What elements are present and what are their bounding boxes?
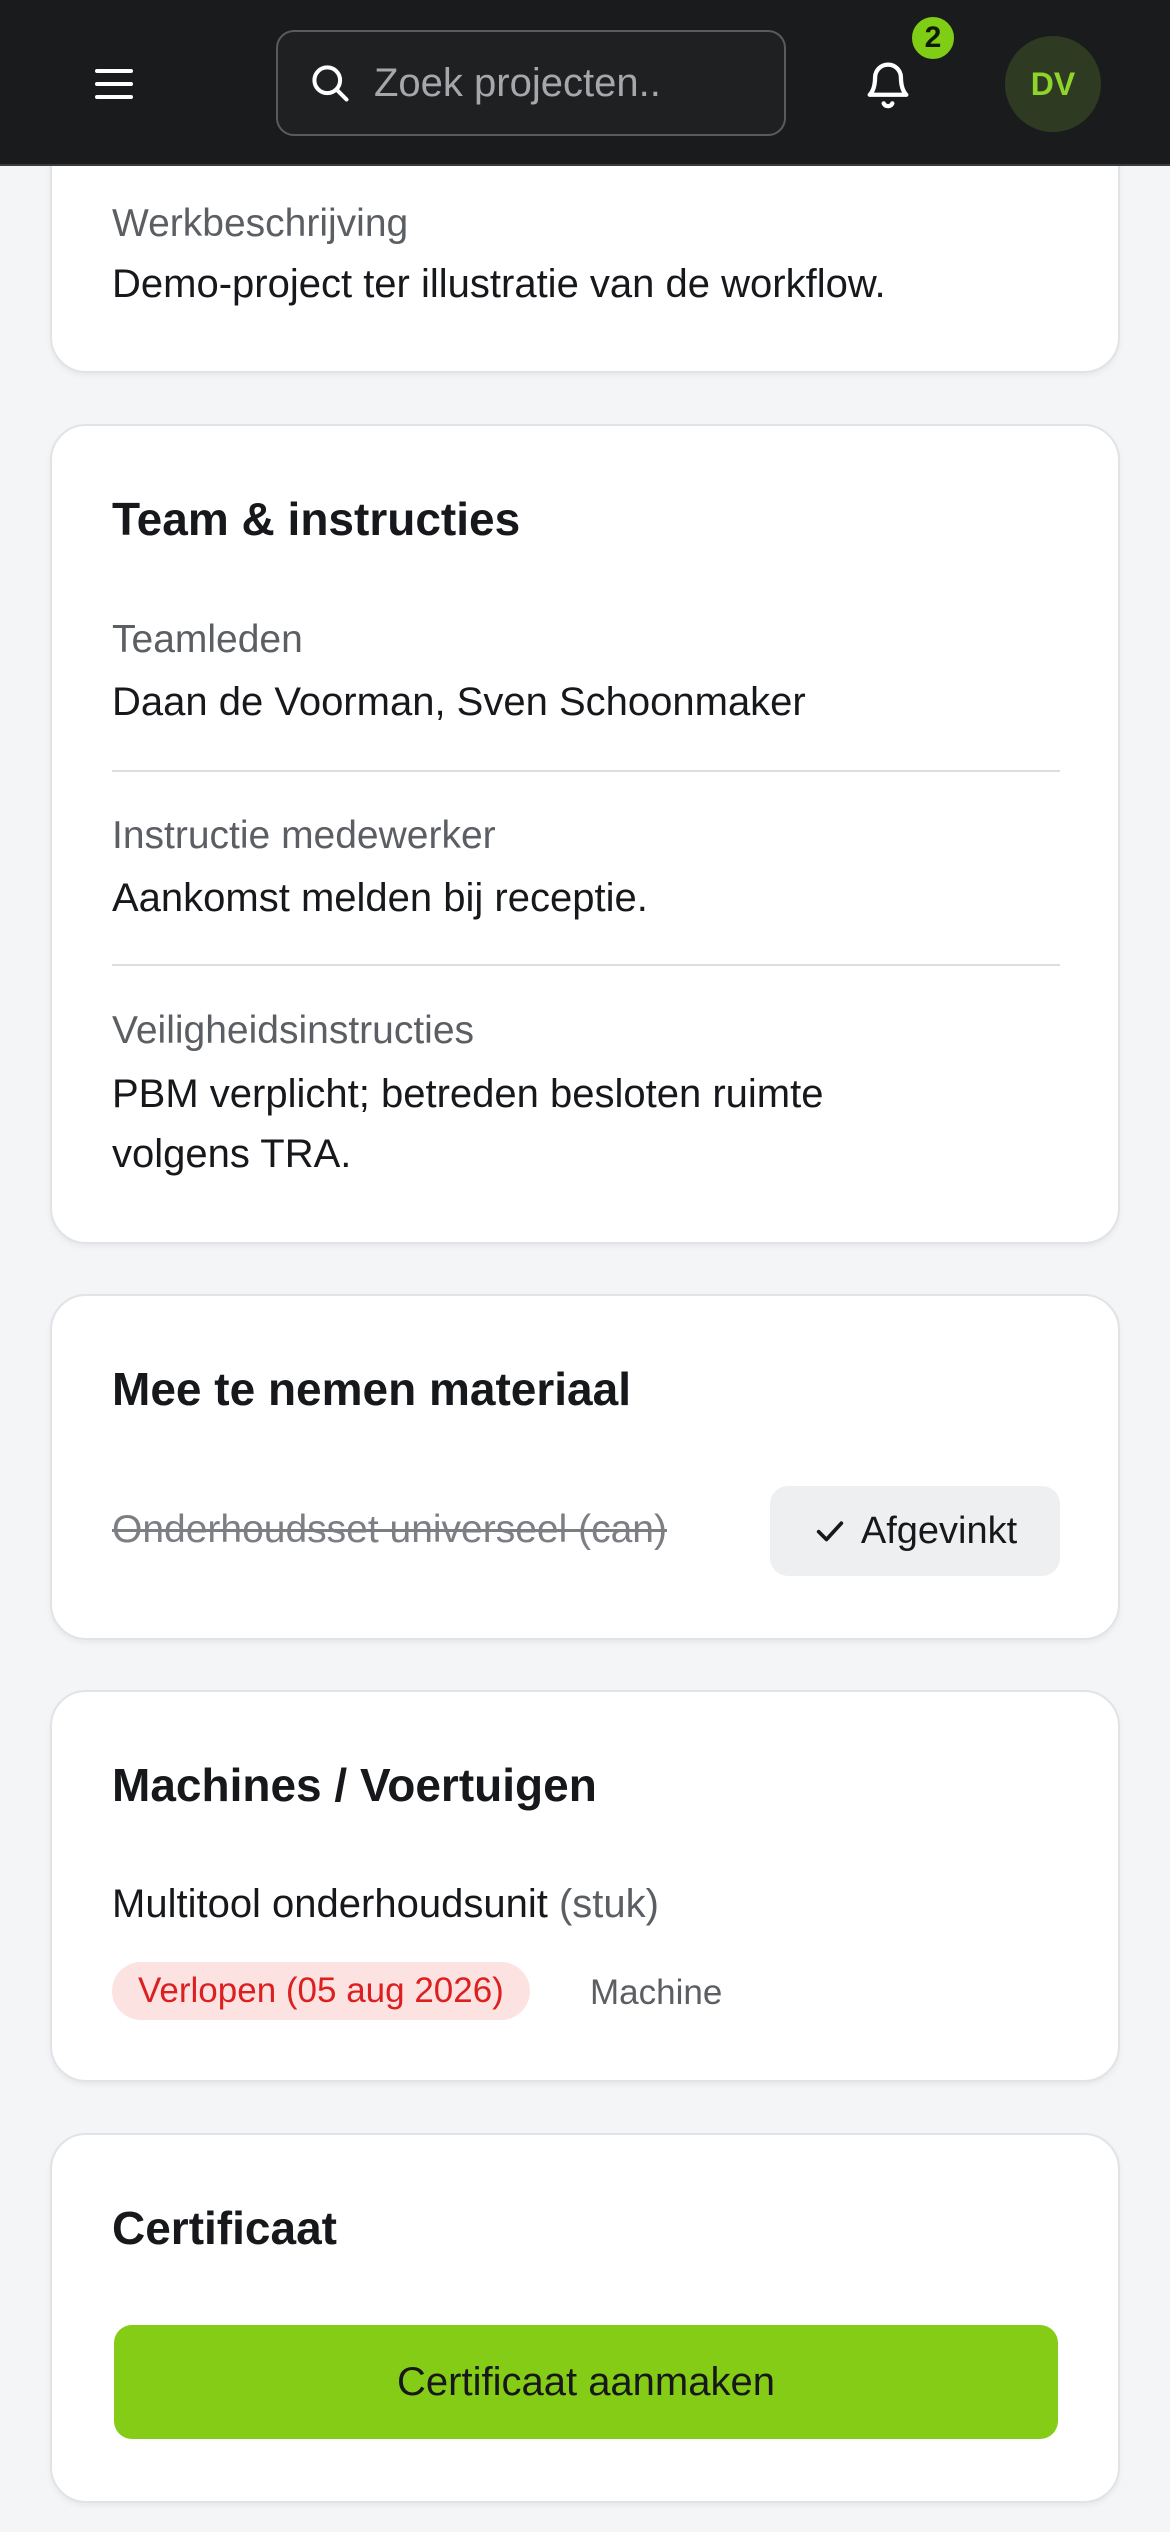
- certificate-card: Certificaat Certificaat aanmaken: [50, 2133, 1120, 2503]
- material-item-label: Onderhoudsset universeel (can): [112, 1508, 667, 1551]
- team-title: Team & instructies: [112, 493, 521, 545]
- safety-value: PBM verplicht; betreden besloten ruimte …: [112, 1072, 824, 1176]
- machine-type: Machine: [590, 1973, 723, 2012]
- checked-button[interactable]: Afgevinkt: [770, 1486, 1060, 1576]
- team-card: Team & instructies Teamleden Daan de Voo…: [50, 424, 1120, 1244]
- hamburger-icon: [95, 69, 133, 73]
- create-certificate-button[interactable]: Certificaat aanmaken: [114, 2325, 1058, 2439]
- team-members-value: Daan de Voorman, Sven Schoonmaker: [112, 680, 806, 724]
- search-icon: [312, 65, 349, 102]
- checked-label: Afgevinkt: [860, 1509, 1018, 1552]
- machines-card: Machines / Voertuigen Multitool onderhou…: [50, 1690, 1120, 2082]
- instruction-value: Aankomst melden bij receptie.: [112, 876, 648, 920]
- machine-unit: (stuk): [558, 1882, 659, 1926]
- bell-icon[interactable]: [862, 56, 914, 112]
- safety-label: Veiligheidsinstructies: [112, 1009, 475, 1052]
- divider: [112, 964, 1060, 966]
- search-box[interactable]: [276, 30, 786, 136]
- team-members-label: Teamleden: [112, 618, 303, 661]
- work-description-value: Demo-project ter illustratie van de work…: [112, 262, 886, 306]
- materials-title: Mee te nemen materiaal: [112, 1363, 632, 1415]
- notification-badge: 2: [909, 14, 957, 62]
- machine-name: Multitool onderhoudsunit: [112, 1882, 548, 1926]
- avatar[interactable]: DV: [1005, 36, 1101, 132]
- machine-item: Multitool onderhoudsunit (stuk): [112, 1882, 659, 1927]
- work-description-label: Werkbeschrijving: [112, 202, 409, 245]
- search-input[interactable]: [374, 60, 664, 106]
- top-bar: 2 DV: [0, 0, 1170, 166]
- menu-button[interactable]: [88, 58, 140, 110]
- divider: [112, 770, 1060, 772]
- status-badge: Verlopen (05 aug 2026): [112, 1962, 530, 2020]
- instruction-label: Instructie medewerker: [112, 814, 496, 857]
- machines-title: Machines / Voertuigen: [112, 1759, 597, 1811]
- certificate-title: Certificaat: [112, 2202, 337, 2254]
- check-icon: [816, 1521, 844, 1542]
- hamburger-icon-line: [95, 95, 133, 99]
- materials-card: Mee te nemen materiaal Onderhoudsset uni…: [50, 1294, 1120, 1640]
- hamburger-icon-line: [95, 82, 133, 86]
